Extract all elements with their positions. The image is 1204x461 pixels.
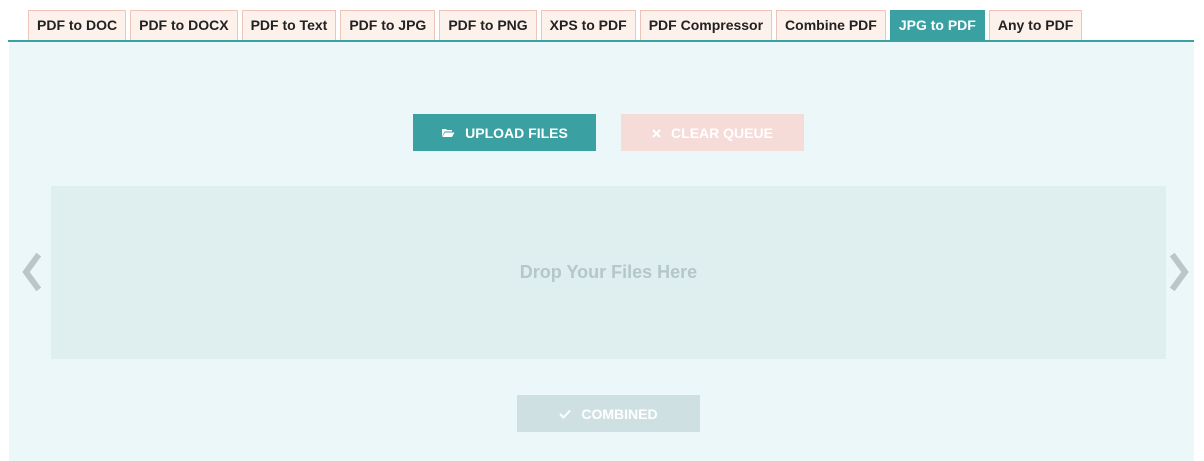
tab-pdf-to-png[interactable]: PDF to PNG [439, 10, 537, 40]
tab-pdf-compressor[interactable]: PDF Compressor [639, 10, 773, 40]
combined-button[interactable]: COMBINED [517, 395, 700, 432]
clear-queue-label: CLEAR QUEUE [671, 124, 773, 141]
close-icon [652, 125, 661, 141]
drop-zone-text: Drop Your Files Here [519, 262, 698, 282]
tab-combine-pdf[interactable]: Combine PDF [776, 10, 886, 40]
folder-open-icon [441, 125, 455, 141]
tab-pdf-to-doc[interactable]: PDF to DOC [28, 10, 127, 40]
clear-queue-button[interactable]: CLEAR QUEUE [621, 114, 804, 151]
combined-label: COMBINED [581, 405, 658, 422]
converter-panel: UPLOAD FILES CLEAR QUEUE Drop Your Files… [9, 42, 1194, 461]
tab-pdf-to-text[interactable]: PDF to Text [241, 10, 337, 40]
chevron-left-icon[interactable] [20, 252, 42, 292]
tab-bar: PDF to DOC PDF to DOCX PDF to Text PDF t… [28, 10, 1083, 40]
check-icon [559, 406, 572, 422]
upload-files-label: UPLOAD FILES [465, 124, 568, 141]
upload-files-button[interactable]: UPLOAD FILES [413, 114, 596, 151]
tab-pdf-to-docx[interactable]: PDF to DOCX [130, 10, 238, 40]
file-drop-zone[interactable]: Drop Your Files Here [51, 186, 1166, 359]
tab-any-to-pdf[interactable]: Any to PDF [988, 10, 1083, 40]
tab-xps-to-pdf[interactable]: XPS to PDF [540, 10, 636, 40]
tab-jpg-to-pdf[interactable]: JPG to PDF [889, 10, 985, 40]
chevron-right-icon[interactable] [1169, 252, 1191, 292]
tab-pdf-to-jpg[interactable]: PDF to JPG [340, 10, 436, 40]
